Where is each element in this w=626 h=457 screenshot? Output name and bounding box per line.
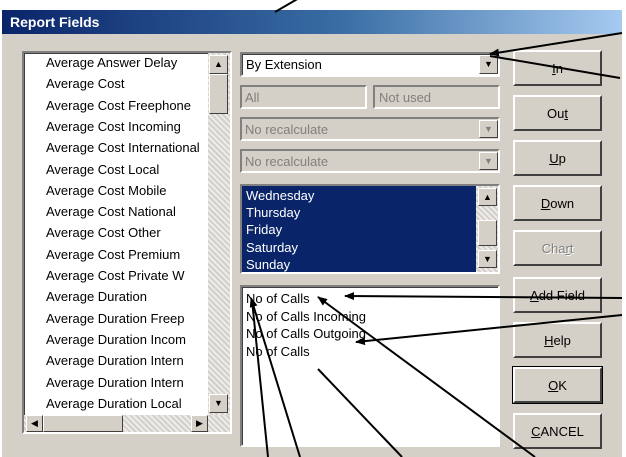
arrow-to-calls-3 (317, 296, 536, 457)
arrow-to-calls-6 (251, 299, 269, 457)
annotation-arrows (249, 0, 623, 457)
arrow-to-calls-2 (355, 314, 623, 346)
arrow-to-combo-2 (489, 55, 621, 79)
arrow-to-calls-5 (249, 297, 301, 457)
arrow-top (274, 0, 298, 13)
arrow-to-calls-4 (317, 368, 403, 457)
arrow-lines (249, 0, 623, 457)
arrow-to-calls-1 (344, 292, 623, 301)
arrow-to-combo-1 (489, 32, 623, 57)
